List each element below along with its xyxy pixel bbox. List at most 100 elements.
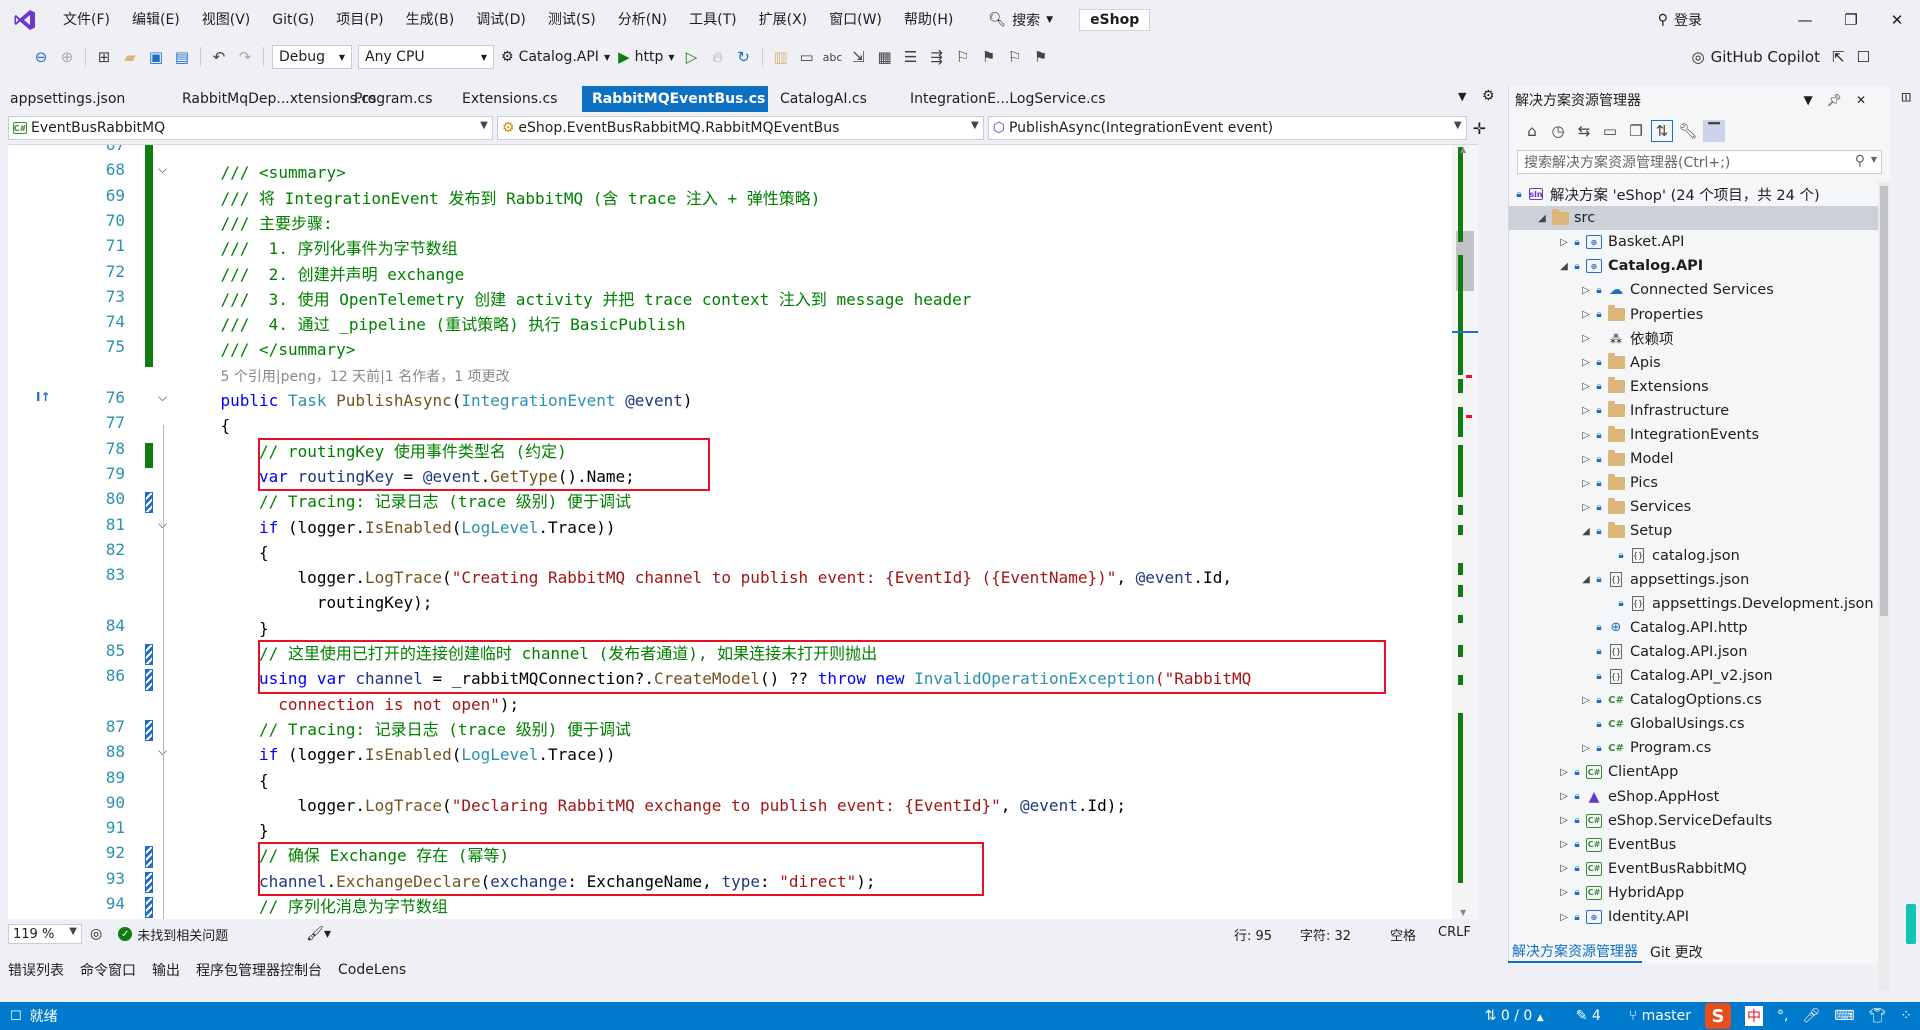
keyboard-icon[interactable]: ⌨ <box>1834 1008 1854 1024</box>
tree-item[interactable]: ▷ 🔒︎ C# EventBusRabbitMQ <box>1557 857 1747 881</box>
bookmark-prev-icon[interactable]: ⚑ <box>978 46 1000 68</box>
properties-wrench-icon[interactable]: 🔧︎ <box>1677 120 1699 142</box>
collapsed-arrow-icon[interactable]: ▷ <box>1579 357 1593 368</box>
home-icon[interactable]: ⌂ <box>1521 120 1543 142</box>
save-all-icon[interactable]: ▤ <box>171 46 193 68</box>
collapsed-arrow-icon[interactable]: ▷ <box>1579 381 1593 392</box>
tree-item[interactable]: ▷ ⁂ 依赖项 <box>1579 327 1673 351</box>
collapsed-arrow-icon[interactable]: ▷ <box>1557 887 1571 898</box>
tab-rabbitmqdep-xtensions-cs[interactable]: RabbitMqDep...xtensions.cs <box>172 86 376 112</box>
line-ending-indicator[interactable]: CRLF <box>1438 925 1478 944</box>
menu-item[interactable]: 扩展(X) <box>748 5 819 35</box>
menu-item[interactable]: 视图(V) <box>191 5 262 35</box>
collapse-all-icon[interactable]: ▭ <box>1599 120 1621 142</box>
start-debugging-button[interactable]: ▶ http ▼ <box>614 48 678 66</box>
bookmark-next-icon[interactable]: ⚐ <box>1004 46 1026 68</box>
close-icon[interactable]: ✕ <box>1856 93 1866 107</box>
split-editor-icon[interactable]: ✛ <box>1473 119 1486 138</box>
code-editor[interactable]: 67 68 69 70 71 72 73 74 75 76 77 78 79 80 81 82 83 84 85 86… <box>8 144 1478 919</box>
line-indicator[interactable]: 行: 95 <box>1234 925 1300 944</box>
bookmark-icon[interactable]: ⚐ <box>952 46 974 68</box>
expanded-arrow-icon[interactable]: ◢ <box>1557 261 1571 272</box>
refresh-icon[interactable]: ↻ <box>733 46 755 68</box>
browser-link-icon[interactable]: ▥ <box>770 46 792 68</box>
scroll-thumb[interactable] <box>1880 186 1888 616</box>
platform-dropdown[interactable]: Any CPU ▼ <box>358 45 494 69</box>
search-button[interactable]: 🔍︎ 搜索 ▼ <box>980 10 1061 30</box>
settings-gear-icon[interactable]: ⚙ <box>1482 88 1495 104</box>
pending-changes[interactable]: ✎ 4 <box>1576 1008 1601 1024</box>
tab-catalogai-cs[interactable]: CatalogAI.cs <box>770 86 898 112</box>
collapsed-arrow-icon[interactable]: ▷ <box>1557 767 1571 778</box>
collapsed-arrow-icon[interactable]: ▷ <box>1557 863 1571 874</box>
scroll-down-icon[interactable]: ▼ <box>1460 908 1466 917</box>
menu-item[interactable]: 项目(P) <box>325 5 394 35</box>
solution-explorer-search[interactable]: 搜索解决方案资源管理器(Ctrl+;) ⚲ ▼ <box>1517 150 1882 174</box>
bottom-tab[interactable]: 输出 <box>144 960 188 980</box>
collapsed-arrow-icon[interactable]: ▷ <box>1579 309 1593 320</box>
tree-item[interactable]: ▷ 🔒︎ Infrastructure <box>1579 399 1729 423</box>
bottom-tab[interactable]: 程序包管理器控制台 <box>188 960 330 980</box>
expanded-arrow-icon[interactable]: ◢ <box>1579 526 1593 537</box>
back-icon[interactable]: ⊖ <box>30 46 52 68</box>
minimize-button[interactable]: — <box>1782 0 1828 40</box>
step-icon[interactable]: ⇲ <box>848 46 870 68</box>
tab-list-dropdown-icon[interactable]: ▼ <box>1458 90 1466 103</box>
menu-item[interactable]: 生成(B) <box>395 5 466 35</box>
collapsed-arrow-icon[interactable]: ▷ <box>1579 333 1593 344</box>
start-without-debugging-icon[interactable]: ▷ <box>681 46 703 68</box>
filter-icon[interactable]: ⇅ <box>1651 120 1673 142</box>
bookmark-clear-icon[interactable]: ⚑ <box>1030 46 1052 68</box>
tab-appsettings-json[interactable]: appsettings.json <box>0 86 170 112</box>
menu-item[interactable]: 工具(T) <box>678 5 747 35</box>
collapsed-arrow-icon[interactable]: ▷ <box>1557 237 1571 248</box>
new-project-icon[interactable]: ⊞ <box>93 46 115 68</box>
configuration-dropdown[interactable]: Debug ▼ <box>272 45 352 69</box>
panel-menu-icon[interactable]: ▼ <box>1803 93 1812 107</box>
tab-git-changes[interactable]: Git 更改 <box>1642 942 1711 962</box>
show-all-files-icon[interactable]: ❐ <box>1625 120 1647 142</box>
editor-vertical-scrollbar[interactable]: ▲ ▼ <box>1452 145 1478 919</box>
fold-toggle-icon[interactable]: ⌵ <box>158 162 167 177</box>
tab-extensions-cs[interactable]: Extensions.cs <box>452 86 580 112</box>
copilot-status-icon[interactable]: ◎ <box>90 926 102 942</box>
restore-button[interactable]: ❐ <box>1828 0 1874 40</box>
undo-icon[interactable]: ↶ <box>208 46 230 68</box>
tree-item[interactable]: ▷ 🔒︎ C# EventBus <box>1557 833 1676 857</box>
spell-check-icon[interactable]: abc <box>822 46 844 68</box>
collapsed-arrow-icon[interactable]: ▷ <box>1579 405 1593 416</box>
column-indicator[interactable]: 字符: 32 <box>1300 925 1390 944</box>
bottom-tab[interactable]: 错误列表 <box>0 960 72 980</box>
collapsed-arrow-icon[interactable]: ▷ <box>1557 912 1571 923</box>
startup-project-dropdown[interactable]: ⚙ Catalog.API ▼ <box>497 49 614 65</box>
ime-mode[interactable]: 中 <box>1745 1006 1764 1026</box>
zoom-dropdown[interactable]: 119 % ▼ <box>8 924 82 944</box>
tree-item[interactable]: 🔒︎ {} appsettings.Development.json <box>1601 592 1873 616</box>
github-copilot-button[interactable]: ◎ GitHub Copilot ⇱ ☐ <box>1692 40 1870 74</box>
solution-node[interactable]: 🔒︎ sln 解决方案 'eShop' (24 个项目，共 24 个) <box>1513 182 1819 206</box>
tree-item[interactable]: ▷ 🔒︎ Properties <box>1579 303 1703 327</box>
tree-item[interactable]: 🔒︎ {} Catalog.API.json <box>1579 640 1747 664</box>
scroll-up-icon[interactable]: ▲ <box>1460 145 1466 154</box>
implements-interface-icon[interactable]: I↑ <box>36 390 51 404</box>
sync-icon[interactable]: ⇆ <box>1573 120 1595 142</box>
tab-rabbitmqeventbus-cs[interactable]: RabbitMQEventBus.cs ⇥ ✕ <box>582 86 803 112</box>
comment-icon[interactable]: ⇶ <box>926 46 948 68</box>
menu-item[interactable]: 分析(N) <box>607 5 678 35</box>
tree-item[interactable]: 🔒︎ ⊕ Catalog.API.http <box>1579 616 1747 640</box>
toolbox-icon[interactable]: ⁘ <box>1900 1008 1912 1024</box>
side-widget[interactable] <box>1906 904 1916 944</box>
tree-item[interactable]: ▷ 🔒︎ C# Program.cs <box>1579 736 1711 760</box>
collapsed-arrow-icon[interactable]: ▷ <box>1557 791 1571 802</box>
collapsed-arrow-icon[interactable]: ▷ <box>1579 285 1593 296</box>
indentation-indicator[interactable]: 空格 <box>1390 925 1438 944</box>
expanded-arrow-icon[interactable]: ◢ <box>1535 213 1549 224</box>
menu-item[interactable]: Git(G) <box>261 5 325 35</box>
project-dropdown[interactable]: C# EventBusRabbitMQ ▼ <box>8 116 493 140</box>
branch-status[interactable]: ⑂ master <box>1629 1008 1691 1024</box>
codelens-info[interactable]: 5 个引用|peng，12 天前|1 名作者，1 项更改 <box>221 365 510 390</box>
sync-status[interactable]: ⇅ 0 / 0 ▲ <box>1485 1008 1544 1024</box>
collapsed-arrow-icon[interactable]: ▷ <box>1557 839 1571 850</box>
redo-icon[interactable]: ↷ <box>234 46 256 68</box>
tab-solution-explorer[interactable]: 解决方案资源管理器 <box>1508 941 1642 963</box>
